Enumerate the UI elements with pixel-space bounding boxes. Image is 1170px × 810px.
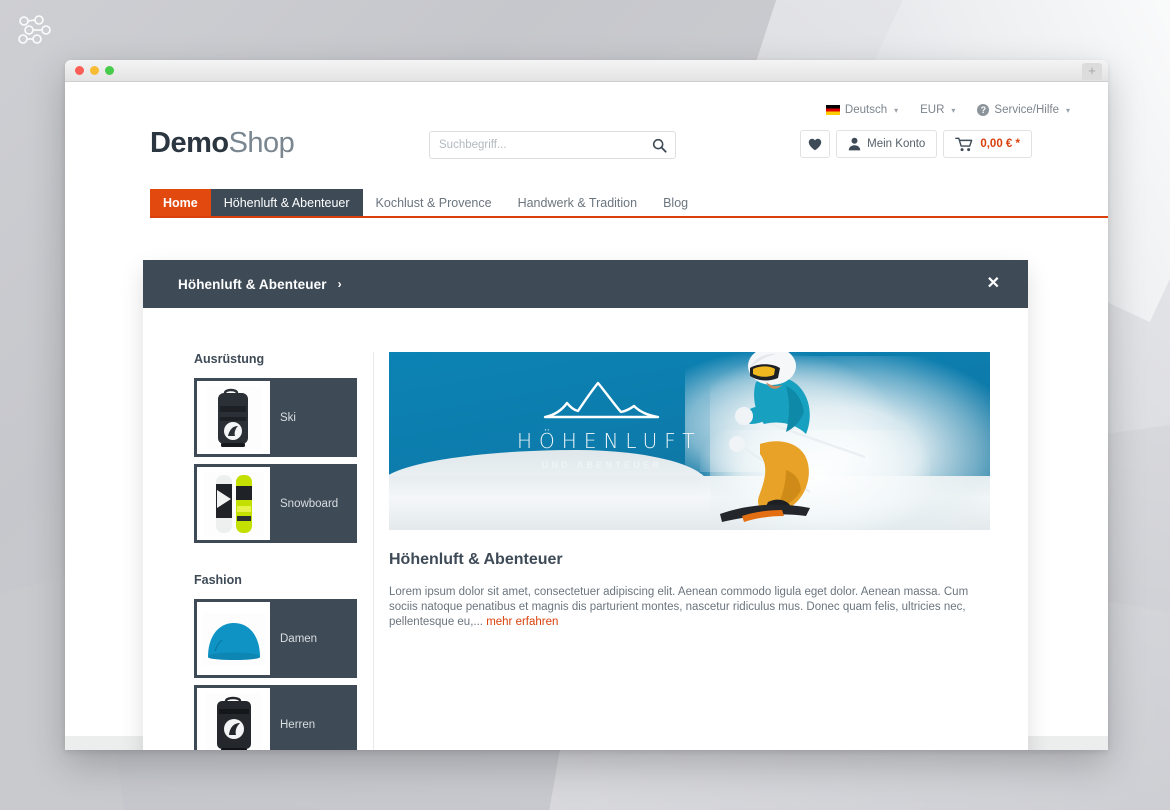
beanie-thumb (197, 602, 270, 675)
promo-banner[interactable]: HÖHENLUFT UND ABENTEUER (389, 352, 990, 530)
cart-button[interactable]: 0,00 € * (943, 130, 1032, 158)
window-controls[interactable] (75, 66, 114, 75)
new-tab-button[interactable]: + (1082, 63, 1102, 80)
category-tile-label: Snowboard (280, 497, 339, 510)
my-account-button[interactable]: Mein Konto (836, 130, 938, 158)
browser-titlebar: + (65, 60, 1108, 82)
search-input[interactable] (430, 139, 643, 151)
chevron-down-icon: ▾ (894, 105, 899, 115)
currency-selector[interactable]: EUR ▾ (920, 104, 955, 116)
node-graph-icon (18, 15, 51, 44)
search-submit-button[interactable] (643, 132, 675, 158)
category-heading-fashion: Fashion (194, 573, 242, 587)
minimize-window-button[interactable] (90, 66, 99, 75)
category-heading-ausruestung: Ausrüstung (194, 352, 265, 366)
category-tile-label: Herren (280, 718, 316, 731)
banner-logo-subtitle: UND ABENTEUER (541, 460, 663, 470)
language-label: Deutsch (844, 104, 888, 116)
zoom-window-button[interactable] (105, 66, 114, 75)
wishlist-button[interactable] (800, 130, 831, 158)
travel-bag-image (205, 692, 262, 750)
service-help-menu[interactable]: ? Service/Hilfe ▾ (977, 104, 1070, 116)
flyout-title: Höhenluft & Abenteuer (178, 276, 327, 292)
heart-icon (808, 138, 822, 150)
german-flag-icon (825, 105, 840, 115)
category-tile-damen[interactable]: Damen (194, 599, 357, 678)
service-help-label: Service/Hilfe (994, 104, 1059, 116)
close-window-button[interactable] (75, 66, 84, 75)
chevron-down-icon: ▾ (1065, 105, 1070, 115)
chevron-right-icon[interactable]: › (338, 277, 342, 291)
category-tile-label: Damen (280, 632, 318, 645)
category-tile-label: Ski (280, 411, 296, 424)
brand-part-one: Demo (150, 127, 229, 159)
utility-topbar: Deutsch ▾ EUR ▾ ? Service/Hilfe ▾ (825, 104, 1070, 116)
bag-thumb (197, 688, 270, 750)
banner-logo-word: HÖHENLUFT (517, 429, 702, 453)
flyout-header: Höhenluft & Abenteuer › ✕ (143, 260, 1028, 308)
cart-icon (955, 137, 973, 151)
account-actions: Mein Konto 0,00 € * (800, 130, 1032, 158)
search-icon (652, 138, 667, 153)
banner-logo-lockup: HÖHENLUFT UND ABENTEUER (517, 380, 702, 470)
nav-item-hoehenluft[interactable]: Höhenluft & Abenteuer (210, 189, 363, 216)
category-flyout-menu: Höhenluft & Abenteuer › ✕ Ausrüstung Ski… (143, 260, 1028, 750)
read-more-link[interactable]: mehr erfahren (486, 616, 558, 628)
category-tile-ski[interactable]: Ski (194, 378, 357, 457)
promo-body-text: Lorem ipsum dolor sit amet, consectetuer… (389, 586, 969, 629)
nav-item-handwerk[interactable]: Handwerk & Tradition (505, 189, 651, 216)
main-navigation: Home Höhenluft & Abenteuer Kochlust & Pr… (150, 189, 1108, 218)
help-icon: ? (977, 104, 990, 116)
backpack-thumb (197, 381, 270, 454)
backpack-image (206, 385, 261, 450)
currency-label: EUR (920, 104, 945, 116)
shop-logo[interactable]: DemoShop (150, 127, 295, 160)
flyout-body: Ausrüstung Ski Snowboard Fashion Damen H… (143, 308, 1028, 750)
promo-description: Lorem ipsum dolor sit amet, consectetuer… (389, 585, 984, 631)
mountain-peaks-icon (543, 381, 660, 419)
promo-title: Höhenluft & Abenteuer (389, 551, 563, 568)
chevron-down-icon: ▾ (951, 105, 956, 115)
snowboard-image (203, 471, 264, 536)
skier-illustration (720, 352, 866, 522)
category-tile-herren[interactable]: Herren (194, 685, 357, 750)
nav-item-kochlust[interactable]: Kochlust & Provence (363, 189, 505, 216)
beanie-image (201, 612, 266, 665)
nav-item-blog[interactable]: Blog (650, 189, 701, 216)
snowboard-thumb (197, 467, 270, 540)
nav-item-home[interactable]: Home (150, 189, 211, 216)
user-icon (848, 137, 861, 151)
brand-part-two: Shop (228, 127, 295, 159)
browser-window: + Deutsch ▾ EUR ▾ ? Service/Hilfe ▾ Demo… (65, 60, 1108, 750)
cart-amount: 0,00 € * (980, 138, 1020, 150)
close-icon[interactable]: ✕ (981, 272, 1006, 296)
language-selector[interactable]: Deutsch ▾ (825, 104, 899, 116)
shop-header: Deutsch ▾ EUR ▾ ? Service/Hilfe ▾ DemoSh… (65, 82, 1108, 189)
desktop-background: + Deutsch ▾ EUR ▾ ? Service/Hilfe ▾ Demo… (0, 0, 1170, 810)
category-tile-snowboard[interactable]: Snowboard (194, 464, 357, 543)
search-form[interactable] (429, 131, 676, 159)
page-viewport: Deutsch ▾ EUR ▾ ? Service/Hilfe ▾ DemoSh… (65, 82, 1108, 750)
flyout-category-sidebar: Ausrüstung Ski Snowboard Fashion Damen H… (143, 352, 374, 750)
flyout-main-content: HÖHENLUFT UND ABENTEUER Höhenluft & Aben… (374, 352, 1028, 750)
my-account-label: Mein Konto (867, 138, 926, 150)
